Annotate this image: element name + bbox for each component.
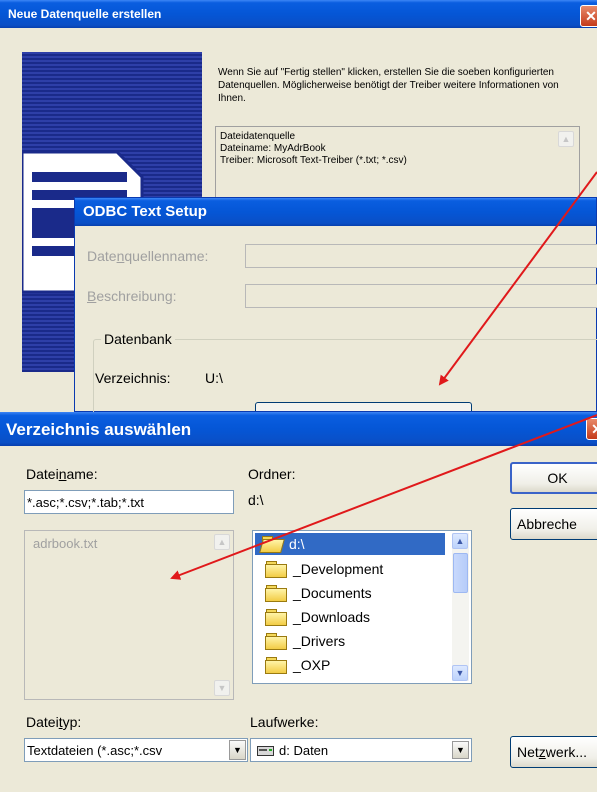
directory-value: U:\ bbox=[205, 370, 223, 386]
close-icon[interactable]: ✕ bbox=[586, 418, 597, 440]
scroll-thumb[interactable] bbox=[453, 553, 468, 593]
folder-item[interactable]: _Development bbox=[259, 557, 459, 581]
window-title: ODBC Text Setup bbox=[83, 203, 207, 220]
scroll-up-icon[interactable]: ▲ bbox=[558, 131, 574, 147]
create-datasource-titlebar[interactable]: Neue Datenquelle erstellen ✕ bbox=[0, 0, 597, 28]
filename-label: Dateiname: bbox=[26, 466, 98, 482]
select-directory-titlebar[interactable]: Verzeichnis auswählen ✕ bbox=[0, 412, 597, 446]
close-icon[interactable]: ✕ bbox=[580, 5, 597, 27]
odbc-titlebar[interactable]: ODBC Text Setup bbox=[75, 198, 596, 226]
dropdown-arrow-icon[interactable]: ▼ bbox=[229, 740, 246, 760]
filename-input[interactable]: *.asc;*.csv;*.tab;*.txt bbox=[24, 490, 234, 514]
folder-path: d:\ bbox=[248, 492, 264, 508]
file-item: adrbook.txt bbox=[33, 536, 98, 551]
summary-line: Treiber: Microsoft Text-Treiber (*.txt; … bbox=[220, 155, 407, 166]
folder-icon bbox=[265, 609, 287, 626]
ok-button[interactable]: OK bbox=[510, 462, 597, 494]
folder-icon bbox=[265, 561, 287, 578]
intro-text: Wenn Sie auf "Fertig stellen" klicken, e… bbox=[218, 67, 559, 104]
file-list[interactable]: adrbook.txt ▲ ▼ bbox=[24, 530, 234, 700]
filetype-label: Dateityp: bbox=[26, 714, 82, 730]
description-label: Beschreibung: bbox=[87, 288, 177, 304]
folder-list[interactable]: d:\ _Development _Documents _Downloads _… bbox=[252, 530, 472, 684]
window-title: Verzeichnis auswählen bbox=[6, 420, 192, 439]
drive-select[interactable]: d: Daten ▼ bbox=[250, 738, 472, 762]
cancel-button[interactable]: Abbreche bbox=[510, 508, 597, 540]
scroll-up-icon[interactable]: ▲ bbox=[452, 533, 468, 549]
drive-icon bbox=[257, 746, 274, 756]
filetype-select[interactable]: Textdateien (*.asc;*.csv ▼ bbox=[24, 738, 248, 762]
dropdown-arrow-icon[interactable]: ▼ bbox=[452, 741, 469, 759]
folder-icon bbox=[265, 657, 287, 674]
folder-icon bbox=[265, 633, 287, 650]
folder-item[interactable]: _Documents bbox=[259, 581, 459, 605]
folder-icon bbox=[265, 585, 287, 602]
folder-item[interactable]: _Downloads bbox=[259, 605, 459, 629]
datasource-name-label: Datenquellenname: bbox=[87, 248, 209, 264]
summary-line: Dateidatenquelle bbox=[220, 131, 296, 142]
drives-label: Laufwerke: bbox=[250, 714, 319, 730]
network-button[interactable]: Netzwerk... bbox=[510, 736, 597, 768]
odbc-text-setup-window: ODBC Text Setup Datenquellenname: Beschr… bbox=[74, 197, 597, 431]
folder-icon bbox=[259, 536, 285, 553]
window-title: Neue Datenquelle erstellen bbox=[8, 7, 162, 21]
select-directory-window: Verzeichnis auswählen ✕ Dateiname: *.asc… bbox=[0, 412, 597, 792]
summary-box: Dateidatenquelle Dateiname: MyAdrBook Tr… bbox=[215, 126, 580, 206]
folder-item[interactable]: _Drivers bbox=[259, 629, 459, 653]
description-field[interactable] bbox=[245, 284, 597, 308]
datasource-name-field[interactable] bbox=[245, 244, 597, 268]
scroll-down-icon[interactable]: ▼ bbox=[452, 665, 468, 681]
directory-label: Verzeichnis: bbox=[95, 370, 171, 386]
summary-line: Dateiname: MyAdrBook bbox=[220, 143, 326, 154]
database-group-label: Datenbank bbox=[101, 331, 175, 347]
folder-item-selected[interactable]: d:\ bbox=[255, 533, 445, 555]
select-directory-button[interactable] bbox=[255, 402, 472, 411]
folder-item[interactable]: _OXP bbox=[259, 653, 459, 677]
scroll-up-icon[interactable]: ▲ bbox=[214, 534, 230, 550]
scroll-down-icon[interactable]: ▼ bbox=[214, 680, 230, 696]
folder-label: Ordner: bbox=[248, 466, 296, 482]
